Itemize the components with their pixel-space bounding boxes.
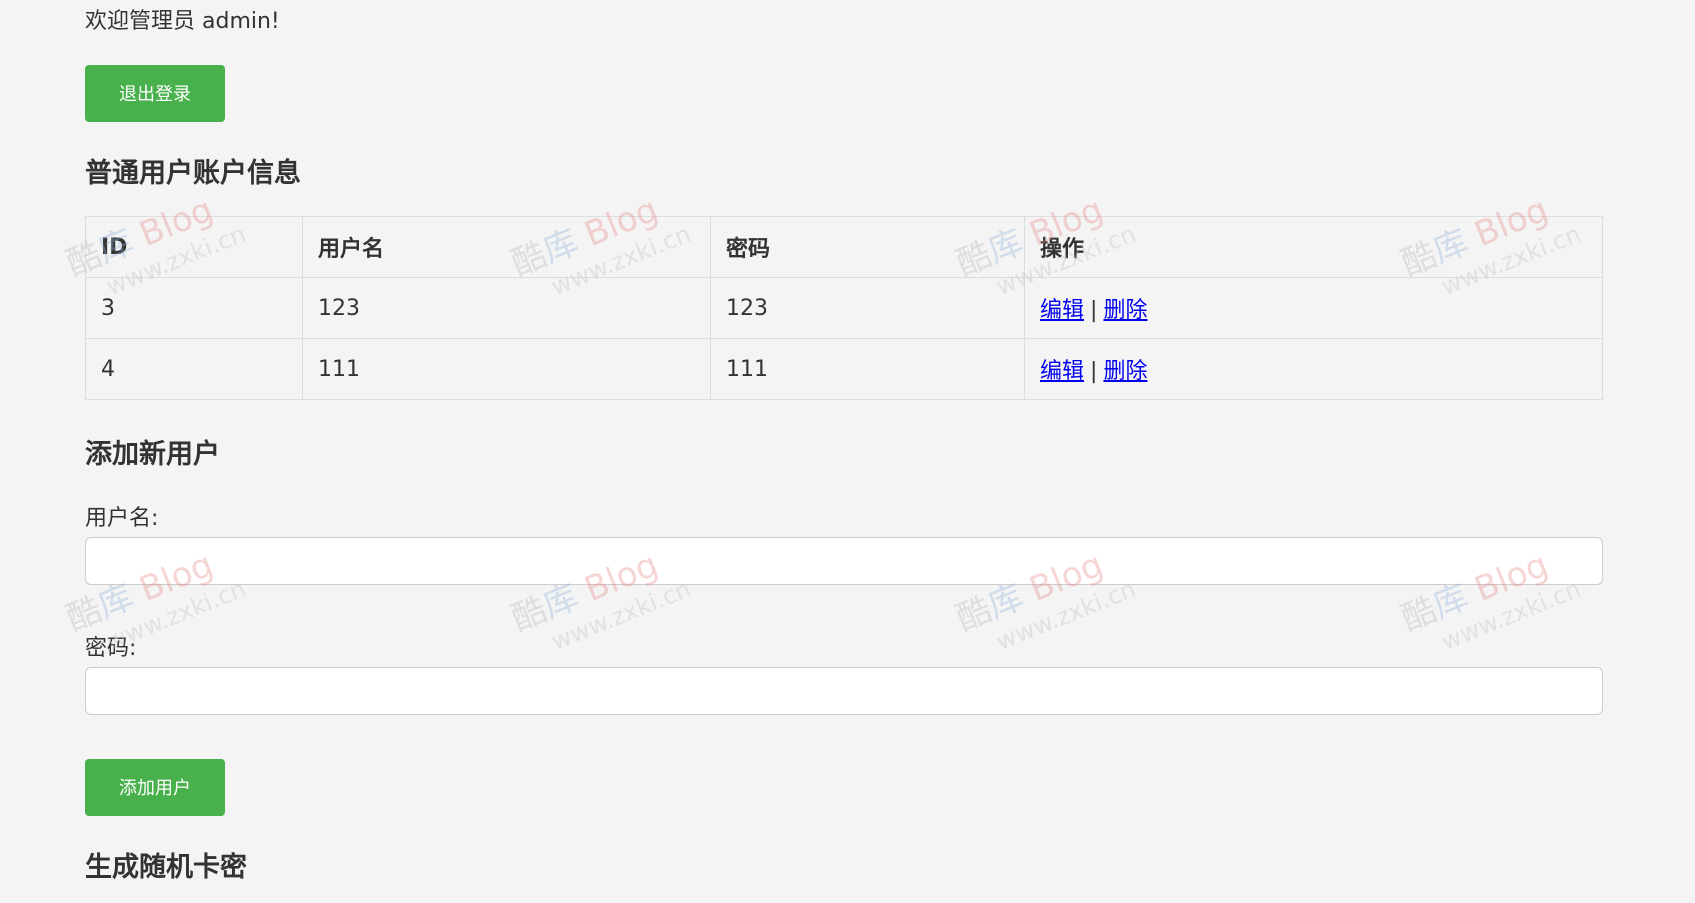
add-user-button[interactable]: 添加用户: [85, 759, 225, 816]
password-input[interactable]: [85, 667, 1603, 715]
watermark-char: 酷: [950, 589, 998, 640]
username-input[interactable]: [85, 537, 1603, 585]
cell-actions: 编辑 | 删除: [1024, 338, 1603, 400]
action-separator: |: [1090, 359, 1098, 384]
column-header-actions: 操作: [1024, 216, 1603, 278]
table-row: 3 123 123 编辑 | 删除: [85, 277, 1603, 339]
watermark-char: 酷: [1395, 589, 1443, 640]
cell-id: 4: [85, 338, 303, 400]
logout-button[interactable]: 退出登录: [85, 65, 225, 122]
users-table: ID 用户名 密码 操作 3 123 123 编辑 | 删除 4 111 111…: [85, 216, 1603, 400]
edit-link[interactable]: 编辑: [1040, 359, 1084, 384]
table-row: 4 111 111 编辑 | 删除: [85, 338, 1603, 400]
watermark-url: www.zxki.cn: [547, 574, 695, 656]
admin-page: 欢迎管理员 admin! 退出登录 普通用户账户信息 ID 用户名 密码 操作 …: [0, 0, 1695, 903]
column-header-id: ID: [85, 216, 303, 278]
edit-link[interactable]: 编辑: [1040, 298, 1084, 323]
username-label: 用户名:: [85, 506, 159, 531]
column-header-password: 密码: [710, 216, 1025, 278]
delete-link[interactable]: 删除: [1103, 359, 1147, 384]
watermark-char: 酷: [505, 589, 553, 640]
action-separator: |: [1090, 298, 1098, 323]
table-header-row: ID 用户名 密码 操作: [85, 216, 1603, 278]
add-user-section-title: 添加新用户: [85, 439, 220, 470]
watermark-url: www.zxki.cn: [1437, 574, 1585, 656]
main-content: 欢迎管理员 admin! 退出登录 普通用户账户信息 ID 用户名 密码 操作 …: [85, 0, 1603, 883]
card-section-title: 生成随机卡密: [85, 852, 247, 883]
delete-link[interactable]: 删除: [1103, 298, 1147, 323]
users-section-title: 普通用户账户信息: [85, 158, 301, 189]
cell-username: 123: [302, 277, 711, 339]
cell-password: 123: [710, 277, 1025, 339]
welcome-message: 欢迎管理员 admin!: [85, 9, 280, 34]
watermark-url: www.zxki.cn: [992, 574, 1140, 656]
cell-id: 3: [85, 277, 303, 339]
cell-actions: 编辑 | 删除: [1024, 277, 1603, 339]
password-label: 密码:: [85, 636, 137, 661]
column-header-username: 用户名: [302, 216, 711, 278]
cell-username: 111: [302, 338, 711, 400]
cell-password: 111: [710, 338, 1025, 400]
